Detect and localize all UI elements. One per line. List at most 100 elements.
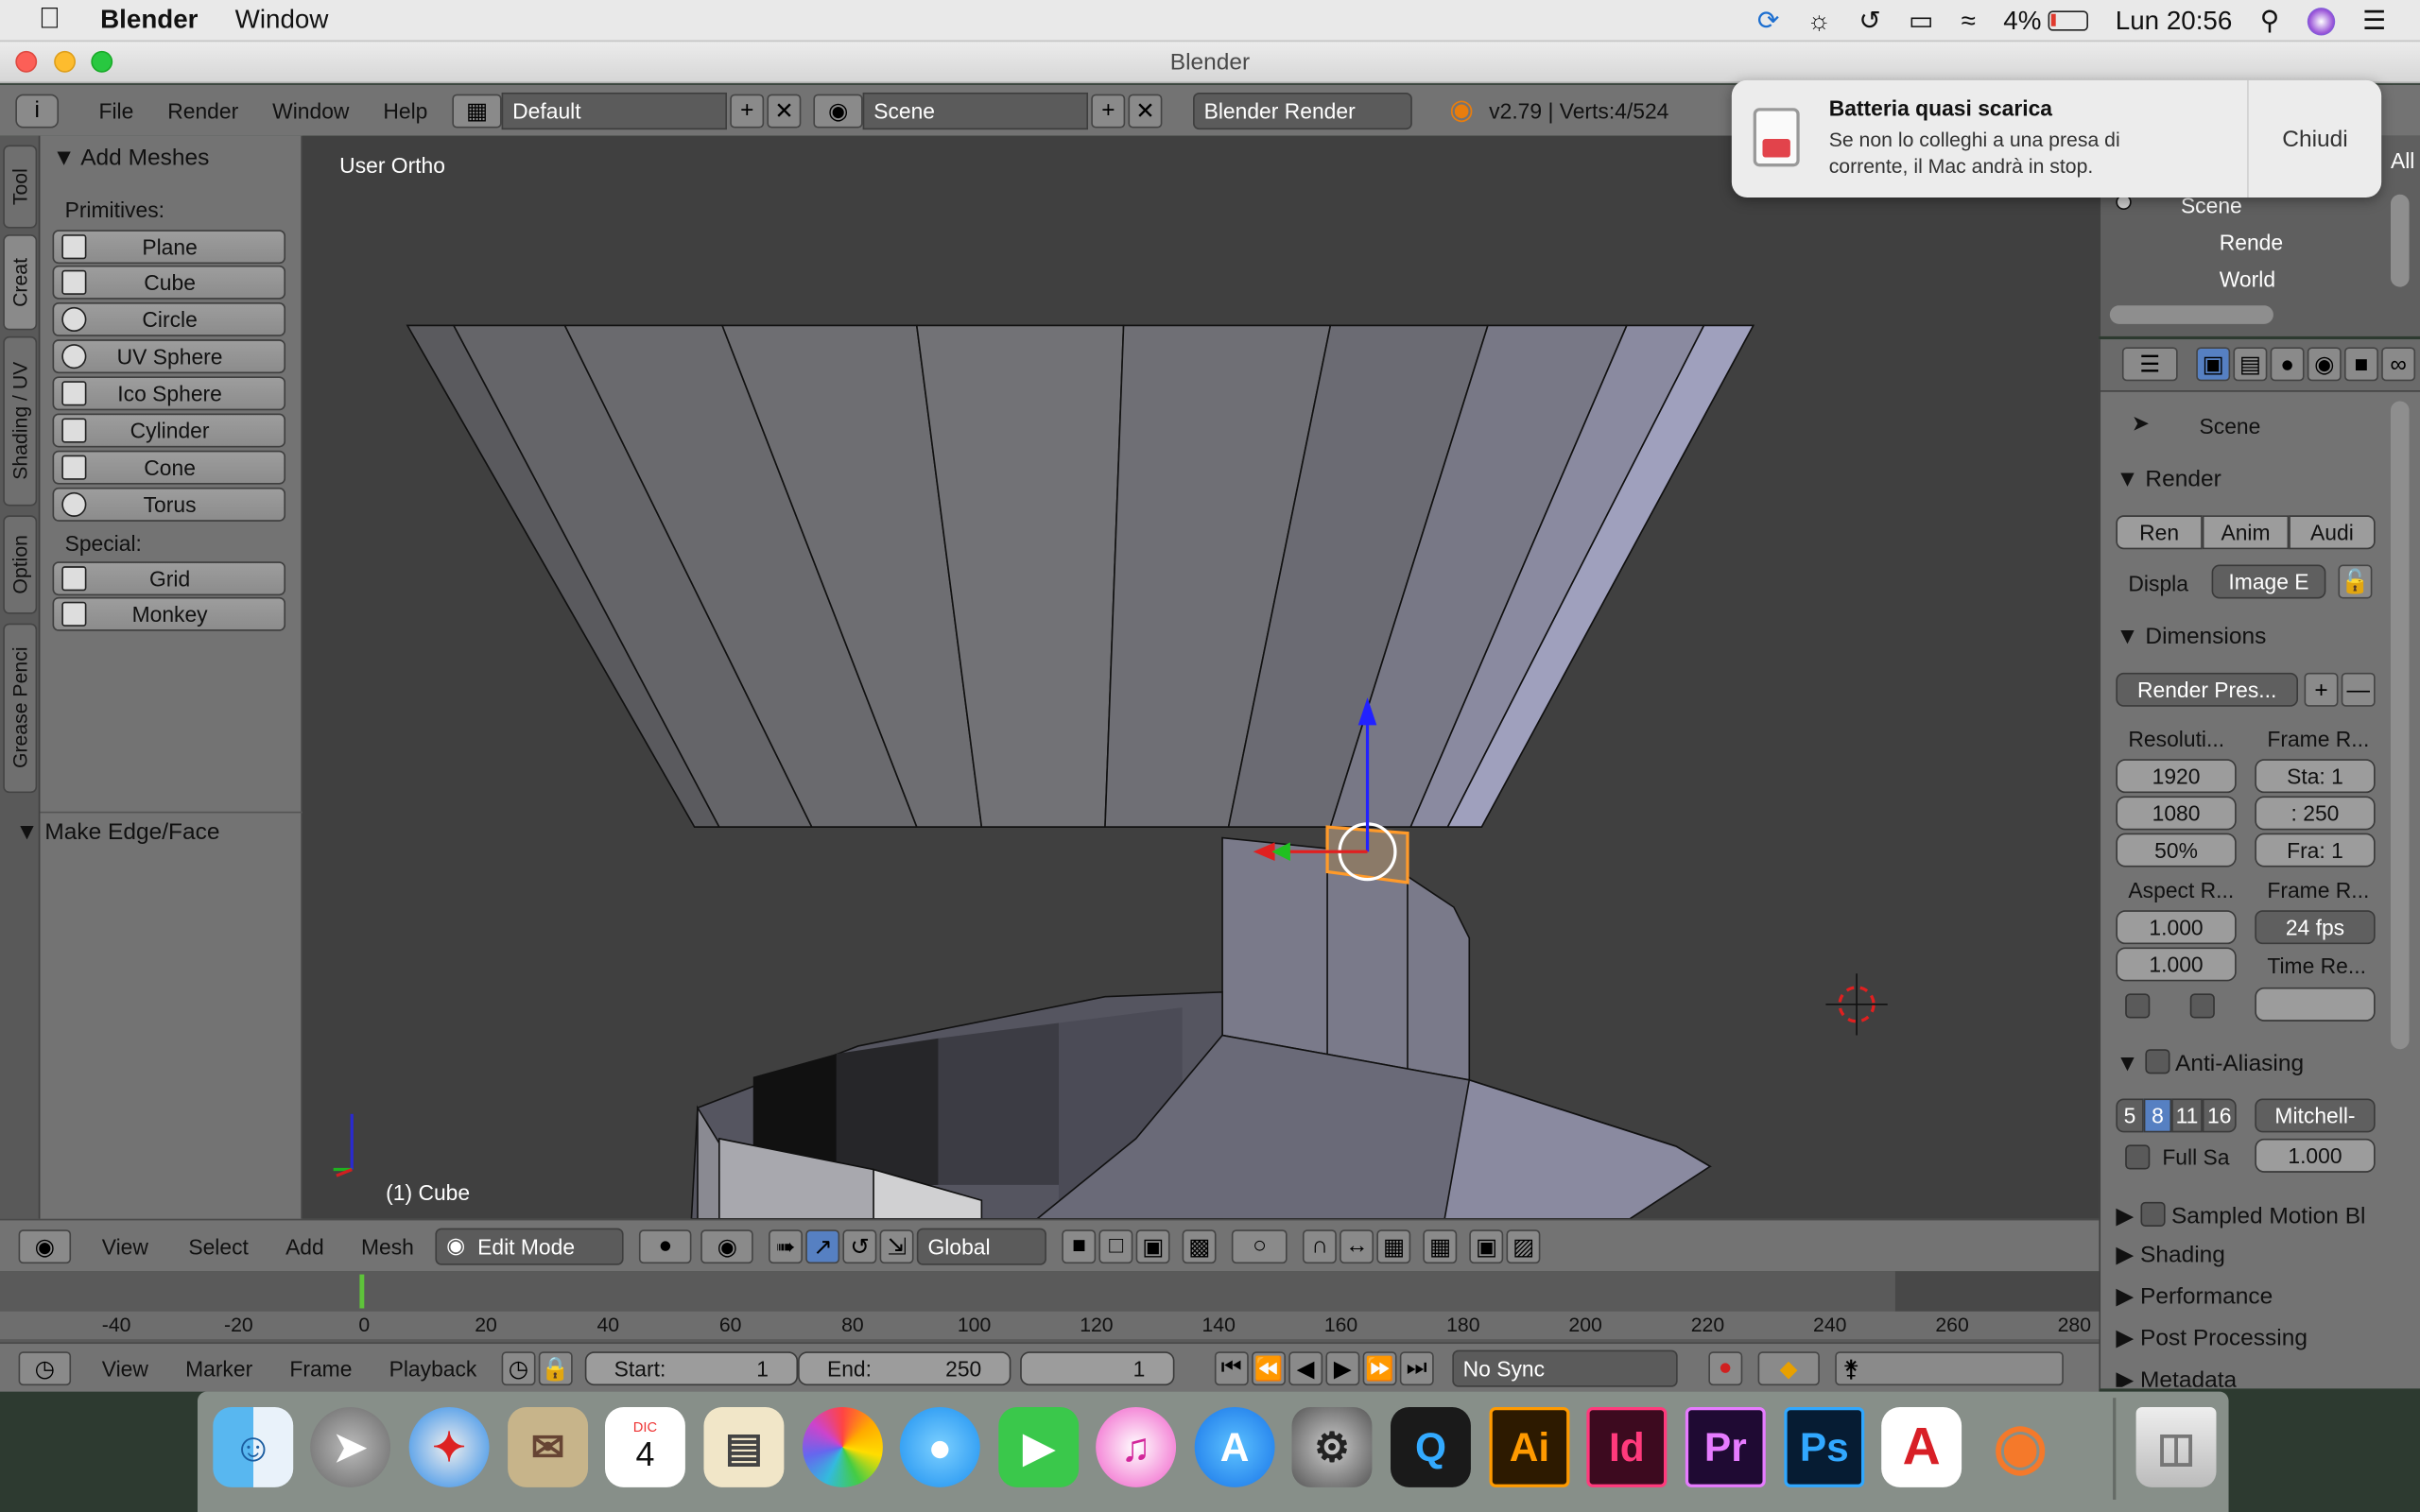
- preview-range-icon[interactable]: ◷: [501, 1350, 536, 1385]
- remove-scene-icon[interactable]: ✕: [1128, 93, 1163, 128]
- render-panel-header[interactable]: ▼ Render: [2116, 466, 2221, 492]
- finder-icon[interactable]: ☺: [213, 1406, 294, 1487]
- remove-layout-icon[interactable]: ✕: [767, 93, 802, 128]
- current-frame-field[interactable]: 1: [1020, 1350, 1175, 1385]
- add-plane-button[interactable]: Plane: [52, 230, 286, 265]
- constraints-tab-icon[interactable]: ∞: [2381, 347, 2416, 382]
- add-grid-button[interactable]: Grid: [52, 561, 286, 596]
- antialiasing-panel-header[interactable]: ▼ Anti-Aliasing: [2116, 1046, 2304, 1077]
- keying-set-icon[interactable]: ◆: [1757, 1350, 1820, 1385]
- illustrator-icon[interactable]: Ai: [1489, 1406, 1570, 1487]
- aa-11[interactable]: 11: [2171, 1098, 2203, 1133]
- apple-icon[interactable]: : [39, 4, 70, 36]
- acrobat-icon[interactable]: A: [1881, 1406, 1962, 1487]
- minimize-window-button[interactable]: [54, 50, 76, 73]
- frame-end[interactable]: : 250: [2255, 796, 2376, 831]
- tl-menu-view[interactable]: View: [102, 1355, 148, 1380]
- timeline-editor-type-icon[interactable]: ◷: [18, 1350, 72, 1385]
- start-frame-field[interactable]: Start: 1: [584, 1350, 798, 1385]
- snap-element-icon[interactable]: ↔: [1340, 1228, 1374, 1263]
- render-tab-icon[interactable]: ▣: [2196, 347, 2231, 382]
- resolution-y[interactable]: 1080: [2116, 796, 2237, 831]
- outliner-world[interactable]: World: [2220, 266, 2275, 291]
- shading-mode-icon[interactable]: ●: [639, 1228, 692, 1263]
- antialiasing-checkbox[interactable]: [2145, 1049, 2170, 1074]
- app-store-icon[interactable]: A: [1194, 1406, 1275, 1487]
- blender-dock-icon[interactable]: ◉: [1980, 1407, 2061, 1487]
- add-scene-icon[interactable]: +: [1091, 93, 1126, 128]
- add-cone-button[interactable]: Cone: [52, 450, 286, 485]
- end-frame-field[interactable]: End: 250: [797, 1350, 1011, 1385]
- metadata-panel-header[interactable]: ▶ Metadata: [2116, 1366, 2237, 1387]
- opengl-render-icon[interactable]: ▦: [1423, 1228, 1458, 1263]
- jump-end-icon[interactable]: ⏭: [1399, 1350, 1434, 1385]
- creative-cloud-icon[interactable]: ☼: [1807, 6, 1831, 37]
- dimensions-panel-header[interactable]: ▼ Dimensions: [2116, 624, 2266, 650]
- tab-create[interactable]: Creat: [3, 234, 38, 331]
- sync-select[interactable]: No Sync: [1452, 1349, 1678, 1386]
- jump-start-icon[interactable]: ⏮: [1214, 1350, 1249, 1385]
- outliner-hscrollbar[interactable]: [2109, 305, 2273, 324]
- add-preset-icon[interactable]: +: [2304, 672, 2339, 707]
- layout-icon[interactable]: ▦: [452, 93, 502, 128]
- facetime-icon[interactable]: ▶: [998, 1406, 1080, 1487]
- resolution-x[interactable]: 1920: [2116, 759, 2237, 794]
- tl-menu-marker[interactable]: Marker: [185, 1355, 252, 1380]
- add-monkey-button[interactable]: Monkey: [52, 596, 286, 631]
- add-torus-button[interactable]: Torus: [52, 487, 286, 522]
- menu-file[interactable]: File: [98, 98, 133, 123]
- pivot-icon[interactable]: ◉: [700, 1228, 754, 1263]
- aspect-y[interactable]: 1.000: [2116, 947, 2237, 982]
- keying-set-field[interactable]: ⚵: [1835, 1350, 2064, 1385]
- layout-field[interactable]: Default: [501, 92, 728, 129]
- menu-select[interactable]: Select: [188, 1233, 249, 1258]
- photoshop-icon[interactable]: Ps: [1784, 1406, 1865, 1487]
- render-presets-select[interactable]: Render Pres...: [2116, 672, 2299, 707]
- face-select-icon[interactable]: ▣: [1135, 1228, 1170, 1263]
- play-reverse-icon[interactable]: ◀: [1288, 1350, 1323, 1385]
- layers-tab-icon[interactable]: ▤: [2233, 347, 2268, 382]
- limit-selection-icon[interactable]: ▩: [1182, 1228, 1217, 1263]
- scene-icon[interactable]: ◉: [813, 93, 863, 128]
- lock-range-icon[interactable]: 🔒: [538, 1350, 573, 1385]
- manipulator-toggle-icon[interactable]: ➠: [769, 1228, 804, 1263]
- wifi-icon[interactable]: ≈: [1962, 6, 1976, 37]
- timeline[interactable]: -40 -20 0 20 40 60 80 100 120 140 160 180 200 220 240 2…: [0, 1271, 2100, 1343]
- indesign-icon[interactable]: Id: [1586, 1406, 1668, 1487]
- render-engine-select[interactable]: Blender Render: [1193, 92, 1413, 129]
- editor-type-icon[interactable]: ☰: [2121, 347, 2178, 382]
- record-icon[interactable]: ●: [1708, 1350, 1743, 1385]
- post-processing-panel-header[interactable]: ▶ Post Processing: [2116, 1324, 2308, 1351]
- current-frame-marker[interactable]: [359, 1274, 365, 1309]
- launchpad-icon[interactable]: ➤: [310, 1406, 391, 1487]
- app-menu[interactable]: Blender: [100, 5, 198, 36]
- prev-keyframe-icon[interactable]: ⏪: [1251, 1350, 1286, 1385]
- world-tab-icon[interactable]: ◉: [2307, 347, 2342, 382]
- translate-icon[interactable]: ↗: [805, 1228, 840, 1263]
- display-select[interactable]: Image E: [2211, 564, 2326, 599]
- aspect-x[interactable]: 1.000: [2116, 910, 2237, 945]
- aa-filter-select[interactable]: Mitchell-: [2255, 1098, 2376, 1133]
- filter-size-field[interactable]: 1.000: [2255, 1138, 2376, 1173]
- sync-icon[interactable]: ⟳: [1757, 6, 1779, 37]
- airplay-icon[interactable]: ▭: [1909, 6, 1933, 37]
- zoom-window-button[interactable]: [91, 50, 113, 73]
- viewport-editor-type-icon[interactable]: ◉: [18, 1228, 72, 1263]
- battery-icon[interactable]: [2047, 10, 2088, 31]
- mail-stamp-icon[interactable]: ✉: [508, 1406, 589, 1487]
- outliner-render[interactable]: Rende: [2220, 230, 2283, 254]
- scene-tab-icon[interactable]: ●: [2270, 347, 2305, 382]
- frame-start[interactable]: Sta: 1: [2255, 759, 2376, 794]
- crop-checkbox[interactable]: [2189, 993, 2215, 1019]
- render-audio-button[interactable]: Audi: [2289, 515, 2376, 550]
- next-keyframe-icon[interactable]: ⏩: [1362, 1350, 1397, 1385]
- render-still-button[interactable]: Ren: [2116, 515, 2203, 550]
- object-tab-icon[interactable]: ■: [2344, 347, 2378, 382]
- menu-mesh[interactable]: Mesh: [361, 1233, 414, 1258]
- properties-scrollbar[interactable]: [2390, 401, 2410, 1050]
- aa-8[interactable]: 8: [2143, 1098, 2172, 1133]
- safari-icon[interactable]: ✦: [408, 1406, 490, 1487]
- fps-select[interactable]: 24 fps: [2255, 910, 2376, 945]
- pin-icon[interactable]: ➤: [2132, 410, 2150, 437]
- add-ico-sphere-button[interactable]: Ico Sphere: [52, 376, 286, 411]
